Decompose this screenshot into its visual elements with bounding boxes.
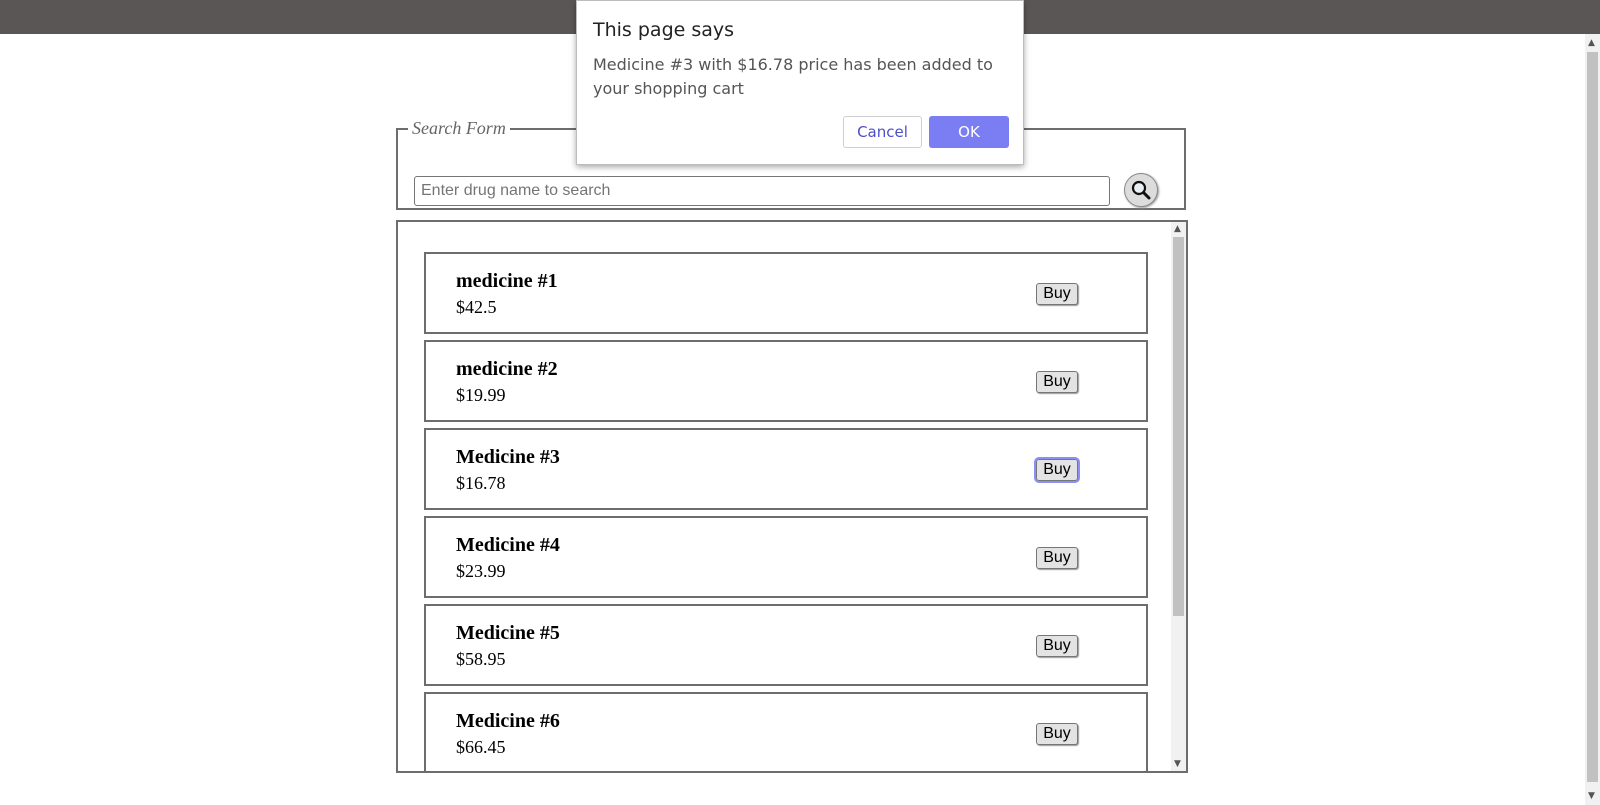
alert-dialog: This page says Medicine #3 with $16.78 p…: [576, 0, 1024, 165]
buy-button[interactable]: Buy: [1036, 723, 1078, 745]
scroll-up-arrow-icon[interactable]: ▲: [1588, 38, 1595, 48]
product-price: $66.45: [456, 737, 506, 757]
search-form-legend: Search Form: [412, 118, 506, 138]
product-price: $23.99: [456, 561, 506, 581]
page-scrollbar[interactable]: ▲ ▼: [1585, 34, 1600, 805]
product-item: Medicine #6 $66.45 Buy: [424, 692, 1148, 771]
magnifier-icon: [1131, 180, 1151, 200]
search-input[interactable]: [414, 176, 1110, 206]
product-item: medicine #1 $42.5 Buy: [424, 252, 1148, 334]
dialog-title: This page says: [593, 19, 735, 41]
product-price: $16.78: [456, 473, 506, 493]
list-scrollbar-thumb[interactable]: [1173, 237, 1184, 616]
product-item: Medicine #4 $23.99 Buy: [424, 516, 1148, 598]
buy-button[interactable]: Buy: [1036, 547, 1078, 569]
product-name: Medicine #6: [456, 710, 560, 732]
list-scroll-down-arrow-icon[interactable]: ▼: [1174, 759, 1181, 769]
product-item: Medicine #5 $58.95 Buy: [424, 604, 1148, 686]
buy-button[interactable]: Buy: [1034, 457, 1080, 483]
scroll-down-arrow-icon[interactable]: ▼: [1588, 791, 1595, 801]
product-price: $58.95: [456, 649, 506, 669]
product-item: Medicine #3 $16.78 Buy: [424, 428, 1148, 510]
product-name: medicine #2: [456, 358, 558, 380]
product-name: Medicine #5: [456, 622, 560, 644]
list-scroll-up-arrow-icon[interactable]: ▲: [1174, 224, 1181, 234]
product-list: medicine #1 $42.5 Buy medicine #2 $19.99…: [396, 220, 1188, 773]
product-item: medicine #2 $19.99 Buy: [424, 340, 1148, 422]
product-name: Medicine #4: [456, 534, 560, 556]
page-scrollbar-thumb[interactable]: [1587, 52, 1598, 782]
buy-button[interactable]: Buy: [1036, 283, 1078, 305]
product-name: medicine #1: [456, 270, 558, 292]
product-name: Medicine #3: [456, 446, 560, 468]
cancel-button[interactable]: Cancel: [843, 116, 922, 148]
list-scrollbar[interactable]: ▲ ▼: [1171, 222, 1186, 771]
product-price: $19.99: [456, 385, 506, 405]
search-button[interactable]: [1124, 173, 1158, 207]
ok-button[interactable]: OK: [929, 116, 1009, 148]
buy-button[interactable]: Buy: [1036, 635, 1078, 657]
dialog-message: Medicine #3 with $16.78 price has been a…: [593, 55, 993, 98]
buy-button[interactable]: Buy: [1036, 371, 1078, 393]
product-price: $42.5: [456, 297, 497, 317]
